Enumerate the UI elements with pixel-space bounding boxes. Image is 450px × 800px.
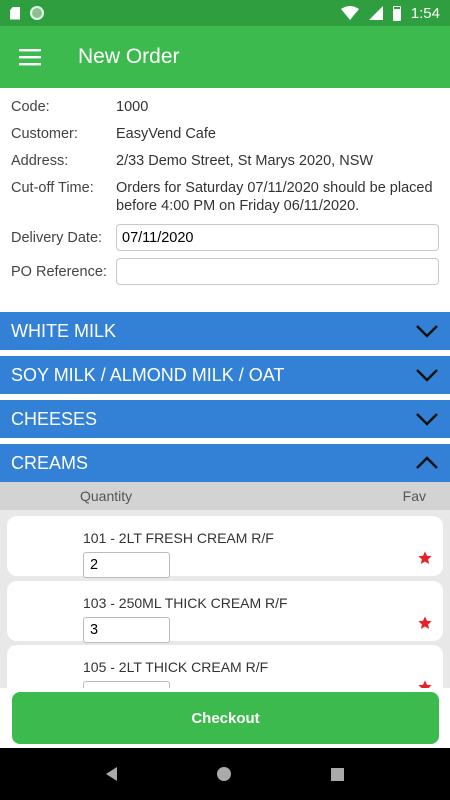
- list-item: 103 - 250ML THICK CREAM R/F: [7, 581, 443, 643]
- category-white-milk[interactable]: WHITE MILK: [0, 312, 450, 350]
- favorite-star-icon[interactable]: [417, 679, 433, 688]
- chevron-down-icon: [416, 369, 438, 382]
- item-list[interactable]: 101 - 2LT FRESH CREAM R/F 103 - 250ML TH…: [0, 510, 450, 688]
- code-row: Code: 1000: [11, 98, 439, 116]
- chevron-down-icon: [416, 325, 438, 338]
- item-list-header: Quantity Fav: [0, 482, 450, 510]
- signal-icon: [368, 6, 383, 20]
- quantity-input[interactable]: [83, 552, 170, 578]
- favorite-star-icon[interactable]: [417, 550, 433, 566]
- home-icon[interactable]: [217, 767, 231, 781]
- app-notification-icon: [30, 6, 44, 20]
- cutoff-label: Cut-off Time:: [11, 180, 94, 196]
- category-soy-almond-oat[interactable]: SOY MILK / ALMOND MILK / OAT: [0, 356, 450, 394]
- battery-icon: [392, 5, 401, 21]
- status-bar: 1:54: [0, 0, 450, 26]
- system-nav-bar: [0, 748, 450, 800]
- list-item: 105 - 2LT THICK CREAM R/F: [7, 645, 443, 688]
- quantity-input[interactable]: [83, 681, 170, 688]
- customer-row: Customer: EasyVend Cafe: [11, 125, 439, 143]
- page-title: New Order: [78, 45, 180, 68]
- code-value: 1000: [116, 99, 149, 115]
- checkout-area: Checkout: [0, 688, 450, 748]
- item-name: 105 - 2LT THICK CREAM R/F: [83, 659, 269, 675]
- customer-value: EasyVend Cafe: [116, 126, 216, 142]
- cutoff-row: Cut-off Time: Orders for Saturday 07/11/…: [11, 179, 439, 215]
- category-label: SOY MILK / ALMOND MILK / OAT: [11, 364, 285, 385]
- po-reference-row: PO Reference:: [11, 258, 439, 285]
- category-label: WHITE MILK: [11, 320, 117, 341]
- category-creams[interactable]: CREAMS: [0, 444, 450, 482]
- back-icon[interactable]: [106, 767, 117, 781]
- customer-label: Customer:: [11, 126, 78, 142]
- fav-column-header: Fav: [402, 488, 426, 504]
- category-label: CHEESES: [11, 408, 98, 429]
- address-label: Address:: [11, 153, 69, 169]
- favorite-star-icon[interactable]: [417, 615, 433, 631]
- code-label: Code:: [11, 99, 50, 115]
- po-reference-input[interactable]: [116, 258, 439, 285]
- address-value: 2/33 Demo Street, St Marys 2020, NSW: [116, 153, 374, 169]
- checkout-button[interactable]: Checkout: [12, 692, 439, 744]
- wifi-icon: [340, 6, 359, 20]
- hamburger-menu-icon: [19, 49, 41, 66]
- quantity-column-header: Quantity: [80, 488, 133, 504]
- recent-apps-icon[interactable]: [331, 767, 344, 781]
- po-reference-label: PO Reference:: [11, 263, 107, 280]
- sd-card-icon: [10, 6, 20, 20]
- cutoff-value: Orders for Saturday 07/11/2020 should be…: [116, 180, 433, 214]
- delivery-date-input[interactable]: [116, 224, 439, 251]
- menu-button[interactable]: [0, 26, 60, 88]
- app-bar: New Order: [0, 26, 450, 88]
- order-details: Code: 1000 Customer: EasyVend Cafe Addre…: [0, 88, 450, 302]
- address-row: Address: 2/33 Demo Street, St Marys 2020…: [11, 152, 439, 170]
- category-cheeses[interactable]: CHEESES: [0, 400, 450, 438]
- chevron-down-icon: [416, 413, 438, 426]
- item-name: 101 - 2LT FRESH CREAM R/F: [83, 530, 274, 546]
- quantity-input[interactable]: [83, 617, 170, 643]
- delivery-date-row: Delivery Date:: [11, 224, 439, 251]
- item-name: 103 - 250ML THICK CREAM R/F: [83, 595, 288, 611]
- delivery-date-label: Delivery Date:: [11, 229, 103, 246]
- list-item: 101 - 2LT FRESH CREAM R/F: [7, 516, 443, 578]
- category-label: CREAMS: [11, 452, 89, 473]
- chevron-up-icon: [416, 456, 438, 469]
- status-time: 1:54: [410, 4, 440, 22]
